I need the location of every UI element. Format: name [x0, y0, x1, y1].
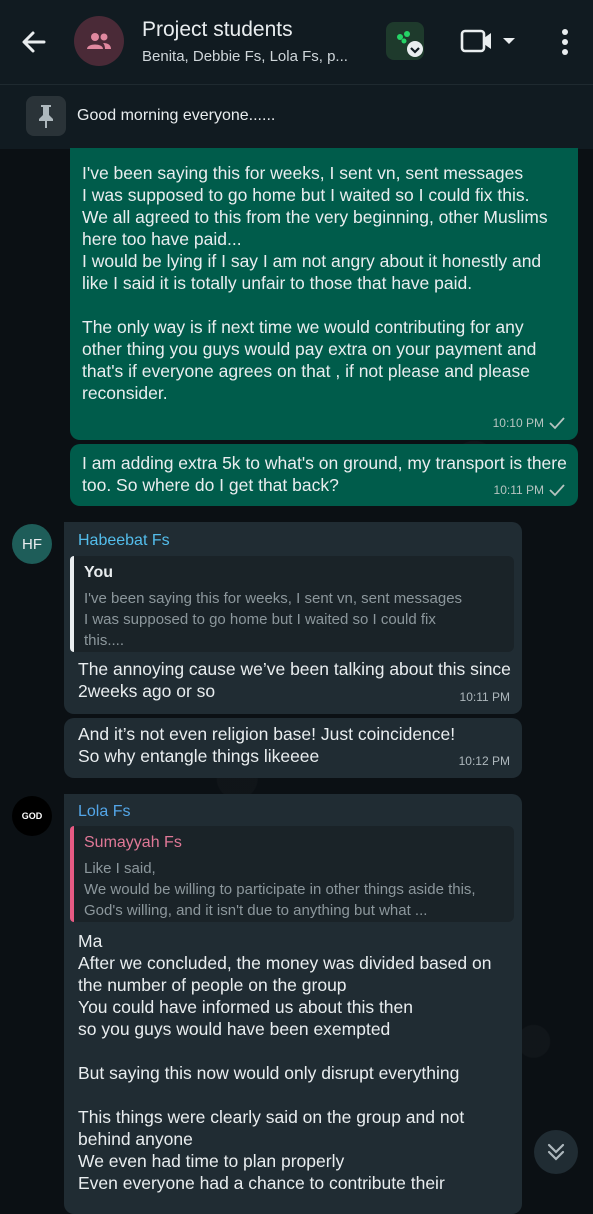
scroll-to-bottom-button[interactable]	[534, 1130, 578, 1174]
message-text: Ma After we concluded, the money was div…	[78, 931, 492, 1193]
single-check-icon	[549, 417, 565, 430]
message-text: And it’s not even religion base! Just co…	[78, 724, 456, 766]
outgoing-message[interactable]: I am adding extra 5k to what's on ground…	[70, 444, 578, 506]
back-arrow-icon[interactable]	[18, 26, 50, 58]
message-time: 10:11 PM	[459, 690, 510, 704]
quoted-sender: Sumayyah Fs	[84, 834, 182, 851]
message-text: I've been saying this for weeks, I sent …	[82, 163, 548, 403]
message-time: 10:11 PM	[493, 483, 544, 497]
quoted-message[interactable]: Sumayyah Fs Like I said, We would be wil…	[70, 826, 514, 922]
incoming-message[interactable]: Lola Fs Sumayyah Fs Like I said, We woul…	[64, 794, 522, 1214]
quoted-sender: You	[84, 564, 114, 581]
double-chevron-down-icon	[547, 1143, 565, 1161]
sender-avatar[interactable]: HF	[12, 524, 52, 564]
group-participants[interactable]: Benita, Debbie Fs, Lola Fs, p...	[142, 48, 348, 65]
incoming-message[interactable]: And it’s not even religion base! Just co…	[64, 718, 522, 778]
voice-call-icon	[397, 31, 423, 57]
message-text: The annoying cause we’ve been talking ab…	[78, 659, 516, 701]
pinned-message-text: Good morning everyone......	[77, 107, 276, 124]
quoted-text: I've been saying this for weeks, I sent …	[84, 590, 463, 649]
group-avatar[interactable]	[74, 16, 124, 66]
message-meta: 10:10 PM	[493, 412, 566, 434]
group-title[interactable]: Project students	[142, 18, 293, 42]
pinned-message-bar[interactable]: Good morning everyone......	[0, 84, 593, 149]
quoted-message[interactable]: You I've been saying this for weeks, I s…	[70, 556, 514, 652]
chat-header: Project students Benita, Debbie Fs, Lola…	[0, 0, 593, 84]
message-time: 10:10 PM	[492, 416, 544, 430]
outgoing-message[interactable]: I've been saying this for weeks, I sent …	[70, 148, 578, 440]
more-options-icon[interactable]	[555, 26, 575, 58]
quoted-text: Like I said, We would be willing to part…	[84, 860, 476, 919]
sender-avatar[interactable]: GOD	[12, 796, 52, 836]
sender-name[interactable]: Habeebat Fs	[78, 530, 170, 552]
sender-name[interactable]: Lola Fs	[78, 801, 130, 823]
video-call-button[interactable]	[460, 28, 520, 59]
message-meta: 10:11 PM	[494, 479, 566, 501]
message-time: 10:12 PM	[458, 754, 510, 768]
single-check-icon	[549, 484, 565, 497]
pin-icon	[26, 96, 66, 136]
group-call-button[interactable]	[386, 22, 424, 60]
group-icon	[87, 33, 111, 49]
incoming-message[interactable]: Habeebat Fs You I've been saying this fo…	[64, 522, 522, 714]
video-camera-icon	[460, 29, 515, 53]
